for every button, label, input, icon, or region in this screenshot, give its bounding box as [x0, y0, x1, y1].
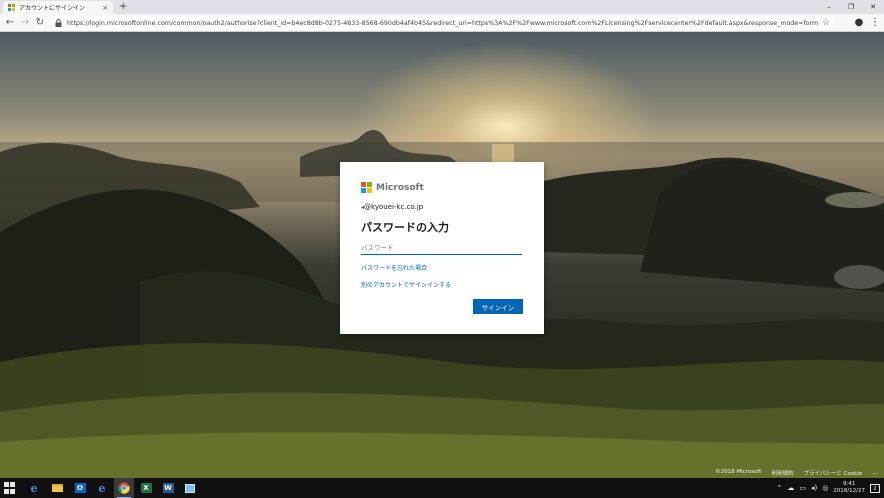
clock-date: 2018/12/27	[833, 488, 865, 494]
menu-kebab-icon[interactable]: ⋮	[868, 16, 882, 30]
ie-icon[interactable]: e	[24, 478, 44, 498]
edge-icon[interactable]: e	[92, 478, 112, 498]
microsoft-logo-icon	[361, 182, 372, 193]
terms-link[interactable]: 利用規約	[771, 469, 793, 477]
bookmark-star-icon[interactable]: ☆	[818, 18, 834, 28]
page-title: パスワードの入力	[361, 221, 449, 234]
forward-arrow-icon[interactable]: →	[18, 16, 32, 30]
tab-title: アカウントにサインイン	[19, 5, 86, 12]
reload-icon[interactable]: ↻	[33, 16, 47, 30]
signin-button[interactable]: サインイン	[473, 299, 523, 314]
cloud-icon[interactable]: ☁	[787, 484, 794, 492]
privacy-link[interactable]: プライバシーと Cookie	[803, 469, 862, 477]
copyright-text: ©2018 Microsoft	[715, 469, 762, 475]
microsoft-logo: Microsoft	[361, 182, 424, 193]
chrome-logo-icon	[118, 482, 130, 494]
forgot-password-link[interactable]: パスワードを忘れた場合	[361, 263, 427, 272]
lock-icon	[55, 19, 62, 27]
outlook-icon[interactable]: O	[70, 478, 90, 498]
microsoft-brand-text: Microsoft	[376, 182, 424, 193]
more-options-link[interactable]: ...	[872, 469, 878, 477]
minimize-button[interactable]: –	[818, 0, 840, 14]
file-explorer-icon[interactable]	[47, 478, 67, 498]
close-window-button[interactable]: ✕	[862, 0, 884, 14]
maximize-button[interactable]: ❐	[840, 0, 862, 14]
address-bar[interactable]: https://login.microsoftonline.com/common…	[50, 16, 834, 30]
chevron-up-icon[interactable]: ⌃	[776, 484, 782, 492]
excel-icon[interactable]: X	[136, 478, 156, 498]
window-controls: – ❐ ✕	[818, 0, 884, 14]
system-tray: ⌃ ☁ ▭ ◂) ◎ 9:41 2018/12/27 2	[776, 478, 884, 498]
windows-taskbar: e O e X W ⌃ ☁ ▭ ◂) ◎ 9:41 2018/12/27 2	[0, 478, 884, 498]
microsoft-favicon-icon	[8, 4, 15, 11]
network-icon[interactable]: ▭	[799, 484, 806, 492]
word-icon[interactable]: W	[158, 478, 178, 498]
taskbar-clock[interactable]: 9:41 2018/12/27	[833, 481, 865, 495]
tab-close-icon[interactable]: ×	[102, 4, 108, 12]
account-identity[interactable]: ◂@kyouei-kc.co.jp	[361, 203, 423, 211]
signin-card: Microsoft ◂@kyouei-kc.co.jp パスワードの入力 パスワ…	[340, 162, 544, 334]
browser-tab-strip: アカウントにサインイン × + – ❐ ✕	[0, 0, 884, 14]
new-tab-button[interactable]: +	[119, 1, 127, 13]
windows-start-icon[interactable]	[4, 482, 16, 494]
chrome-icon[interactable]	[114, 478, 134, 498]
snipping-tool-icon[interactable]	[180, 478, 200, 498]
other-account-link[interactable]: 別のアカウントでサインインする	[361, 280, 451, 289]
account-email: @kyouei-kc.co.jp	[364, 203, 424, 211]
url-text[interactable]: https://login.microsoftonline.com/common…	[67, 20, 818, 27]
back-arrow-icon[interactable]: ←	[3, 16, 17, 30]
browser-tab[interactable]: アカウントにサインイン ×	[3, 1, 113, 14]
password-field[interactable]	[361, 242, 522, 255]
page-footer: ©2018 Microsoft 利用規約 プライバシーと Cookie ...	[715, 469, 878, 477]
volume-icon[interactable]: ◂)	[811, 484, 817, 492]
clock-time: 9:41	[842, 481, 856, 487]
profile-avatar-icon[interactable]: ●	[852, 16, 866, 30]
ime-icon[interactable]: ◎	[822, 484, 828, 492]
notification-center-icon[interactable]: 2	[870, 483, 880, 493]
browser-toolbar: ← → ↻ https://login.microsoftonline.com/…	[0, 14, 884, 32]
